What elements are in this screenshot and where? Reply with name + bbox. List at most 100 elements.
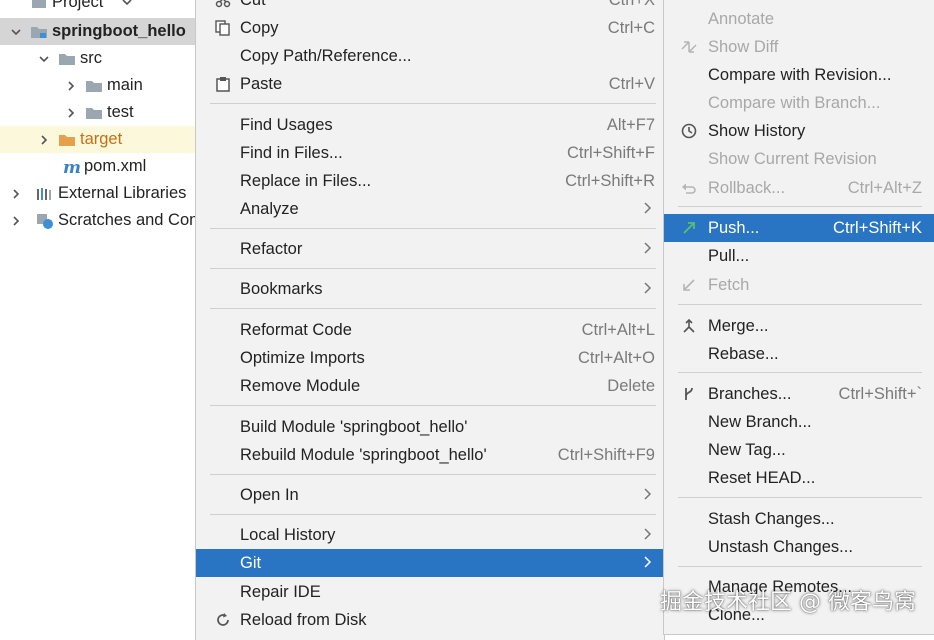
menu-item-label: Git [240,553,262,572]
push-arrow-icon [680,219,698,237]
git-item-reset-head[interactable]: Reset HEAD... [664,464,934,492]
tree-item-label: Scratches and Consoles [58,211,196,229]
menu-item-refactor[interactable]: Refactor [196,235,664,263]
git-item-annotate[interactable]: Annotate [664,5,934,33]
git-item-fetch[interactable]: Fetch [664,271,934,299]
menu-item-label: Refactor [240,239,303,258]
menu-item-build-module[interactable]: Build Module 'springboot_hello' [196,413,664,441]
menu-item-shortcut: Ctrl+Shift+` [838,384,922,403]
menu-separator [210,103,656,104]
git-item-compare-branch[interactable]: Compare with Branch... [664,89,934,117]
tree-item-root[interactable]: springboot_hello [0,18,196,45]
chevron-right-icon[interactable] [38,134,50,146]
menu-item-label: Show Diff [708,37,779,56]
tree-item-pom[interactable]: m pom.xml [0,153,196,180]
submenu-arrow-icon [644,486,652,505]
folder-icon [58,51,76,67]
tree-item-label: springboot_hello [52,22,186,40]
chevron-down-icon[interactable] [121,0,133,12]
tree-item-main[interactable]: main [0,72,196,99]
menu-item-replace-in-files[interactable]: Replace in Files... Ctrl+Shift+R [196,167,664,195]
menu-item-optimize-imports[interactable]: Optimize Imports Ctrl+Alt+O [196,344,664,372]
git-item-show-diff[interactable]: Show Diff [664,33,934,61]
menu-item-local-history[interactable]: Local History [196,521,664,549]
menu-item-label: Reload from Disk [240,610,367,629]
submenu-arrow-icon [644,240,652,259]
menu-item-label: Build Module 'springboot_hello' [240,417,468,436]
git-item-push[interactable]: Push... Ctrl+Shift+K [664,214,934,242]
tree-item-external-libraries[interactable]: External Libraries [0,180,196,207]
menu-item-paste[interactable]: Paste Ctrl+V [196,70,664,98]
chevron-right-icon[interactable] [65,80,77,92]
project-view-icon [30,0,48,11]
git-item-new-branch[interactable]: New Branch... [664,408,934,436]
menu-separator [210,405,656,406]
menu-item-analyze[interactable]: Analyze [196,195,664,223]
module-folder-icon [30,24,48,40]
project-header-label: Project [52,0,104,11]
git-item-merge[interactable]: Merge... [664,312,934,340]
menu-item-bookmarks[interactable]: Bookmarks [196,275,664,303]
git-item-pull[interactable]: Pull... [664,242,934,270]
chevron-down-icon[interactable] [38,53,50,65]
menu-item-shortcut: Ctrl+Alt+O [577,348,655,367]
menu-item-repair-ide[interactable]: Repair IDE [196,578,664,606]
git-item-rollback[interactable]: Rollback... Ctrl+Alt+Z [664,174,934,202]
git-item-new-tag[interactable]: New Tag... [664,436,934,464]
menu-item-label: Paste [240,74,283,93]
menu-item-label: Compare with Revision... [708,65,892,84]
menu-item-open-in[interactable]: Open In [196,481,664,509]
menu-item-shortcut: Ctrl+Shift+R [565,171,655,190]
menu-separator [678,206,922,207]
git-item-show-current-revision[interactable]: Show Current Revision [664,145,934,173]
menu-item-reload-from-disk[interactable]: Reload from Disk [196,606,664,634]
menu-item-label: Rebuild Module 'springboot_hello' [240,445,487,464]
git-item-show-history[interactable]: Show History [664,117,934,145]
menu-item-find-in-files[interactable]: Find in Files... Ctrl+Shift+F [196,139,664,167]
menu-item-reformat-code[interactable]: Reformat Code Ctrl+Alt+L [196,316,664,344]
clipboard-icon [214,75,232,93]
git-submenu: Annotate Show Diff Compare with Revision… [664,0,934,634]
menu-separator [678,497,922,498]
git-item-rebase[interactable]: Rebase... [664,340,934,368]
menu-item-remove-module[interactable]: Remove Module Delete [196,372,664,400]
git-item-compare-revision[interactable]: Compare with Revision... [664,61,934,89]
menu-item-label: Bookmarks [240,279,323,298]
menu-item-label: Show Current Revision [708,149,877,168]
menu-item-label: Compare with Branch... [708,93,881,112]
menu-separator [210,474,656,475]
menu-item-label: Copy Path/Reference... [240,46,412,65]
menu-item-git[interactable]: Git [196,549,664,577]
menu-separator [678,372,922,373]
menu-item-label: Repair IDE [240,582,321,601]
menu-item-cut[interactable]: Cut Ctrl+X [196,0,664,14]
tree-item-target[interactable]: target [0,126,196,153]
tree-item-scratches[interactable]: Scratches and Consoles [0,207,196,234]
chevron-right-icon[interactable] [65,107,77,119]
menu-item-find-usages[interactable]: Find Usages Alt+F7 [196,111,664,139]
libraries-icon [36,186,54,202]
tree-item-label: target [80,130,123,148]
git-item-unstash[interactable]: Unstash Changes... [664,533,934,561]
menu-item-copy-path[interactable]: Copy Path/Reference... [196,42,664,70]
menu-separator [210,228,656,229]
branch-icon [680,385,698,403]
menu-item-shortcut: Ctrl+Alt+L [581,320,655,339]
submenu-arrow-icon [644,526,652,545]
tree-item-test[interactable]: test [0,99,196,126]
menu-item-shortcut: Ctrl+Shift+F [566,143,655,162]
excluded-folder-icon [58,132,76,148]
menu-item-label: Analyze [240,199,299,218]
chevron-right-icon[interactable] [10,215,22,227]
watermark: 掘金技术社区 @ 微客鸟窝 [660,590,916,615]
git-item-stash[interactable]: Stash Changes... [664,505,934,533]
tree-item-src[interactable]: src [0,45,196,72]
chevron-down-icon[interactable] [10,26,22,38]
menu-item-copy[interactable]: Copy Ctrl+C [196,14,664,42]
menu-item-label: Copy [240,18,279,37]
tree-item-label: test [107,103,134,121]
git-item-branches[interactable]: Branches... Ctrl+Shift+` [664,380,934,408]
project-header[interactable]: Project [0,0,196,16]
menu-item-rebuild-module[interactable]: Rebuild Module 'springboot_hello' Ctrl+S… [196,441,664,469]
chevron-right-icon[interactable] [10,188,22,200]
